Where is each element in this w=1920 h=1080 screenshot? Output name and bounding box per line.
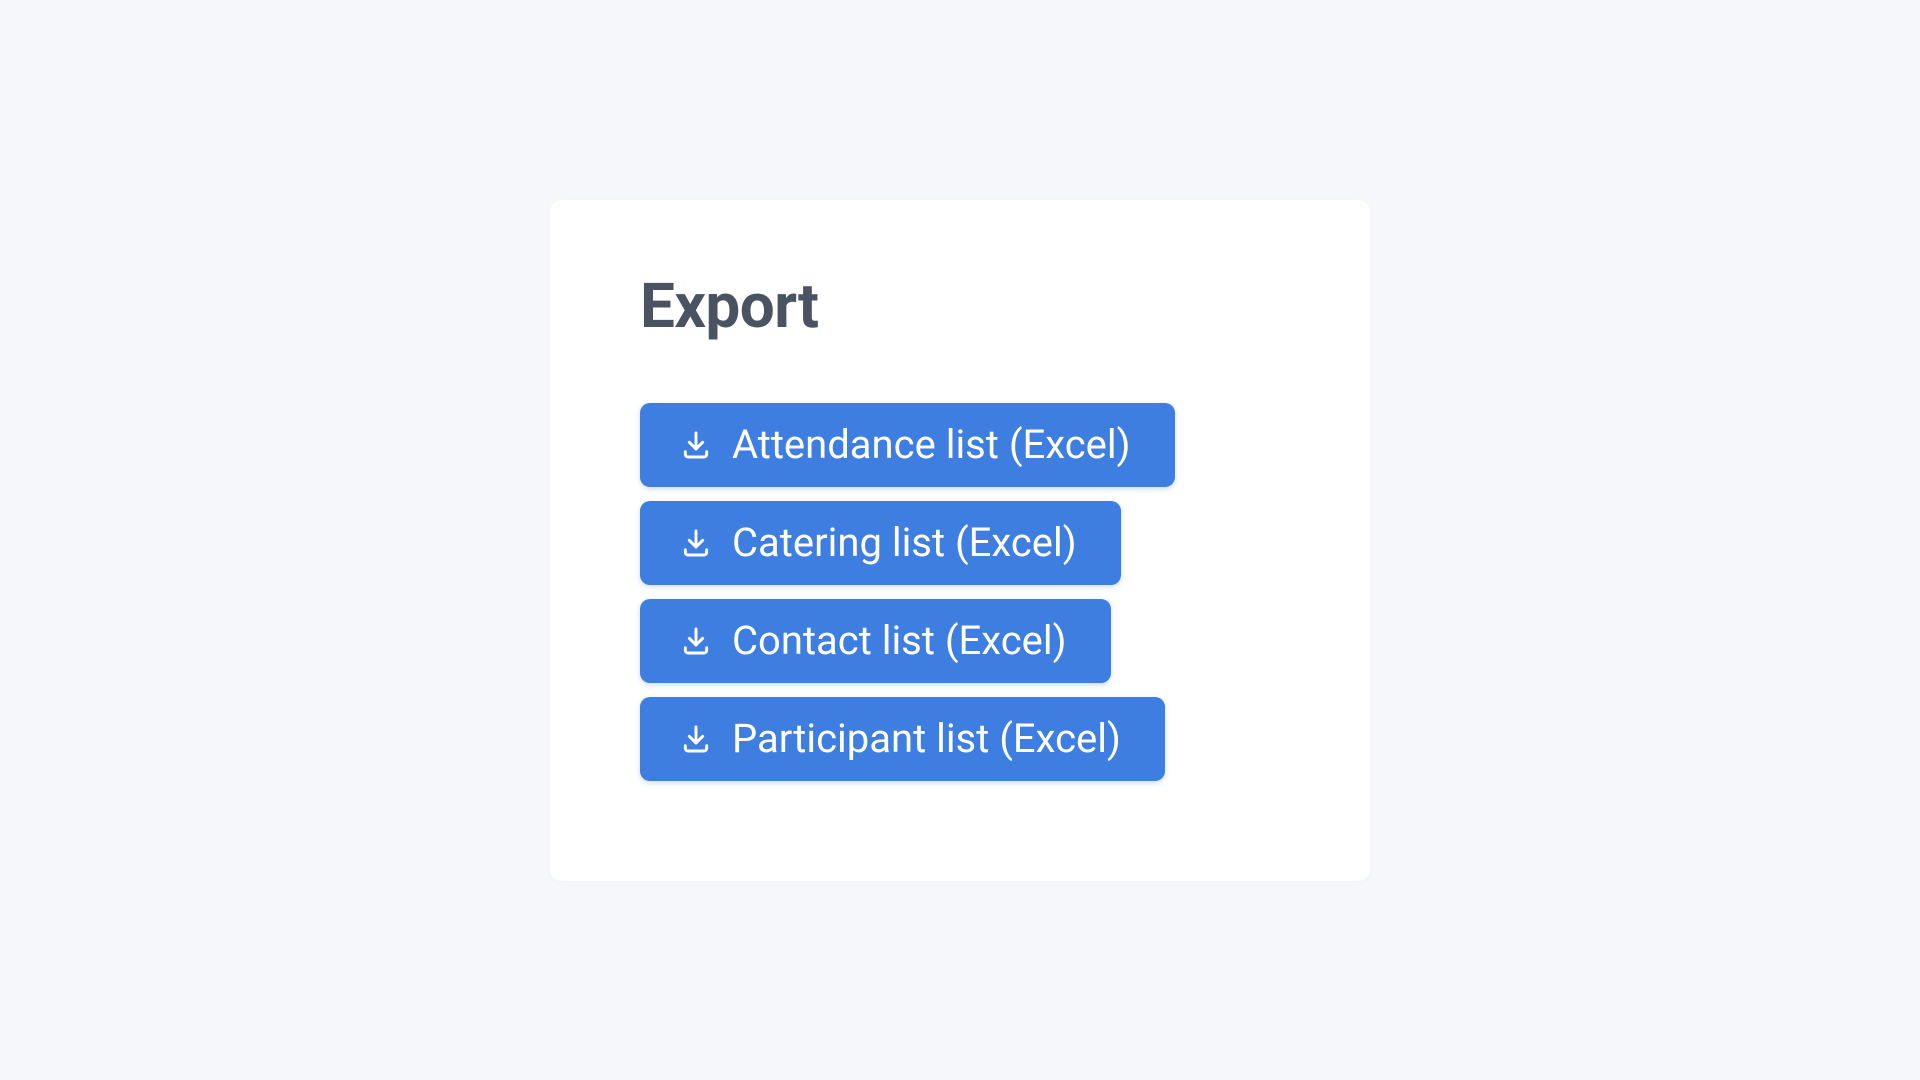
export-panel: Export Attendance list (Excel) [550,200,1370,881]
export-container: Export Attendance list (Excel) [230,160,1690,921]
export-heading: Export [640,270,1280,343]
participant-list-button[interactable]: Participant list (Excel) [640,697,1165,781]
download-icon [680,723,712,755]
download-icon [680,429,712,461]
button-label: Contact list (Excel) [732,619,1067,663]
attendance-list-button[interactable]: Attendance list (Excel) [640,403,1175,487]
export-button-list: Attendance list (Excel) Catering list (E… [640,403,1280,781]
download-icon [680,625,712,657]
contact-list-button[interactable]: Contact list (Excel) [640,599,1111,683]
button-label: Attendance list (Excel) [732,423,1131,467]
button-label: Participant list (Excel) [732,717,1121,761]
catering-list-button[interactable]: Catering list (Excel) [640,501,1121,585]
button-label: Catering list (Excel) [732,521,1077,565]
download-icon [680,527,712,559]
